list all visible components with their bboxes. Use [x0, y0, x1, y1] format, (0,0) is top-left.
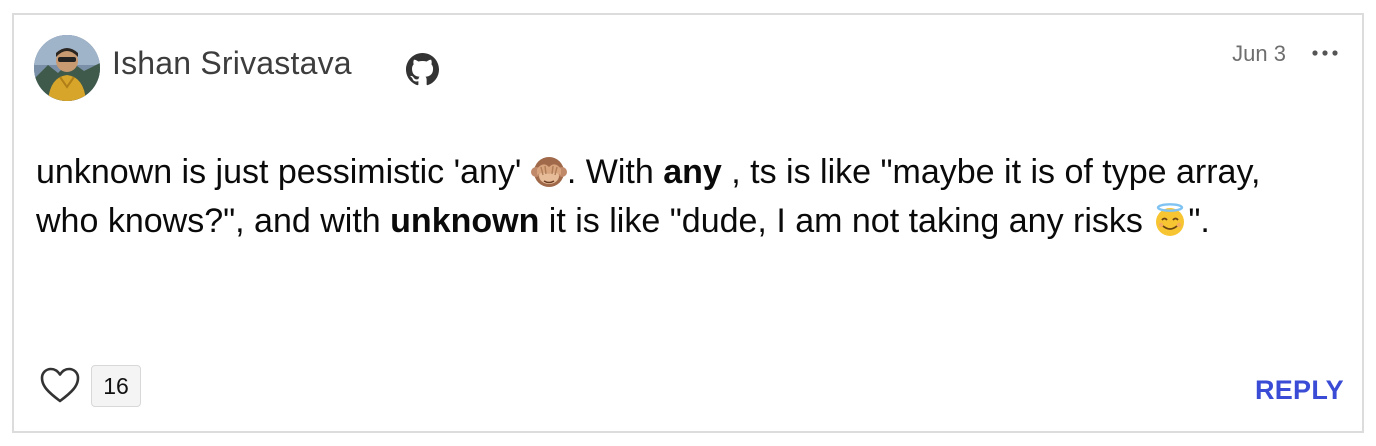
author-name[interactable]: Ishan Srivastava: [112, 45, 352, 82]
more-options-icon[interactable]: [1310, 42, 1340, 64]
avatar-image: [34, 35, 100, 101]
comment-date[interactable]: Jun 3: [1232, 41, 1286, 67]
body-bold-any: any: [663, 153, 722, 191]
body-text: it is like "dude, I am not taking any ri…: [539, 202, 1153, 240]
smiling-face-with-halo-emoji: [1156, 203, 1185, 236]
see-no-evil-monkey-emoji: [530, 157, 567, 187]
like-count: 16: [91, 365, 141, 407]
body-text: . With: [566, 153, 664, 191]
body-text: unknown is just pessimistic 'any': [36, 153, 531, 191]
user-avatar[interactable]: [34, 35, 100, 101]
comment-card: Ishan Srivastava Jun 3 unknown is just p…: [12, 13, 1364, 433]
comment-body: unknown is just pessimistic 'any' . With…: [36, 148, 1296, 246]
heart-icon[interactable]: [38, 365, 82, 405]
reply-button[interactable]: REPLY: [1255, 375, 1344, 406]
body-bold-unknown: unknown: [390, 202, 540, 240]
body-text: ".: [1188, 202, 1210, 240]
github-icon[interactable]: [406, 53, 439, 86]
